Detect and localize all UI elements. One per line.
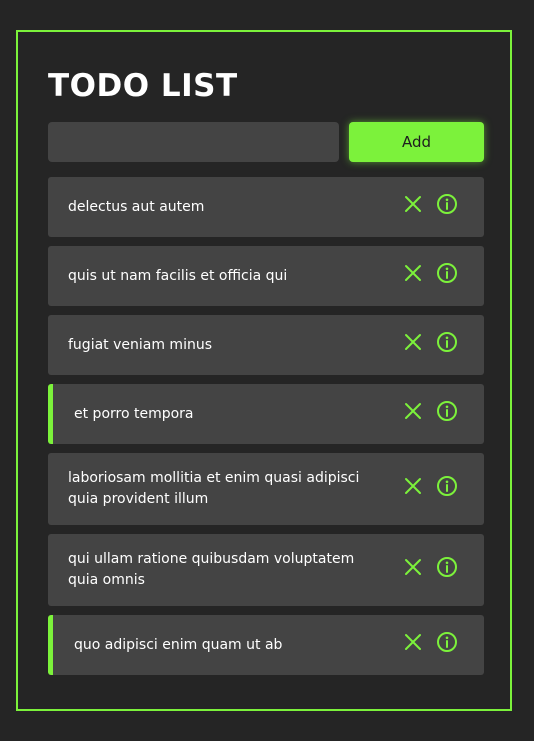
todo-item[interactable]: qui ullam ratione quibusdam voluptatem q… (48, 534, 484, 606)
todo-text: quo adipisci enim quam ut ab (74, 636, 283, 653)
item-actions (402, 331, 458, 353)
todo-item-completed[interactable]: quo adipisci enim quam ut ab (48, 615, 484, 675)
todo-text: et porro tempora (74, 405, 194, 422)
add-button[interactable]: Add (349, 122, 484, 162)
close-icon[interactable] (402, 475, 424, 497)
info-icon[interactable] (436, 556, 458, 578)
item-actions (402, 631, 458, 653)
item-actions (402, 556, 458, 578)
item-actions (402, 475, 458, 497)
close-icon[interactable] (402, 631, 424, 653)
item-actions (402, 400, 458, 422)
info-icon[interactable] (436, 262, 458, 284)
todo-item[interactable]: laboriosam mollitia et enim quasi adipis… (48, 453, 484, 525)
info-icon[interactable] (436, 193, 458, 215)
info-icon[interactable] (436, 400, 458, 422)
todo-item-completed[interactable]: et porro tempora (48, 384, 484, 444)
close-icon[interactable] (402, 556, 424, 578)
close-icon[interactable] (402, 262, 424, 284)
info-icon[interactable] (436, 331, 458, 353)
close-icon[interactable] (402, 193, 424, 215)
page-title: TODO LIST (48, 68, 238, 104)
todo-item[interactable]: delectus aut autem (48, 177, 484, 237)
item-actions (402, 193, 458, 215)
todo-input[interactable] (48, 122, 339, 162)
todo-item[interactable]: quis ut nam facilis et officia qui (48, 246, 484, 306)
item-actions (402, 262, 458, 284)
todo-text: quis ut nam facilis et officia qui (68, 267, 288, 284)
info-icon[interactable] (436, 475, 458, 497)
todo-text: delectus aut autem (68, 198, 205, 215)
close-icon[interactable] (402, 400, 424, 422)
todo-text: laboriosam mollitia et enim quasi adipis… (68, 470, 360, 507)
todo-item[interactable]: fugiat veniam minus (48, 315, 484, 375)
close-icon[interactable] (402, 331, 424, 353)
todo-text: fugiat veniam minus (68, 336, 212, 353)
info-icon[interactable] (436, 631, 458, 653)
todo-text: qui ullam ratione quibusdam voluptatem q… (68, 551, 355, 588)
todo-list: delectus aut autem quis ut nam facilis e… (48, 177, 484, 684)
